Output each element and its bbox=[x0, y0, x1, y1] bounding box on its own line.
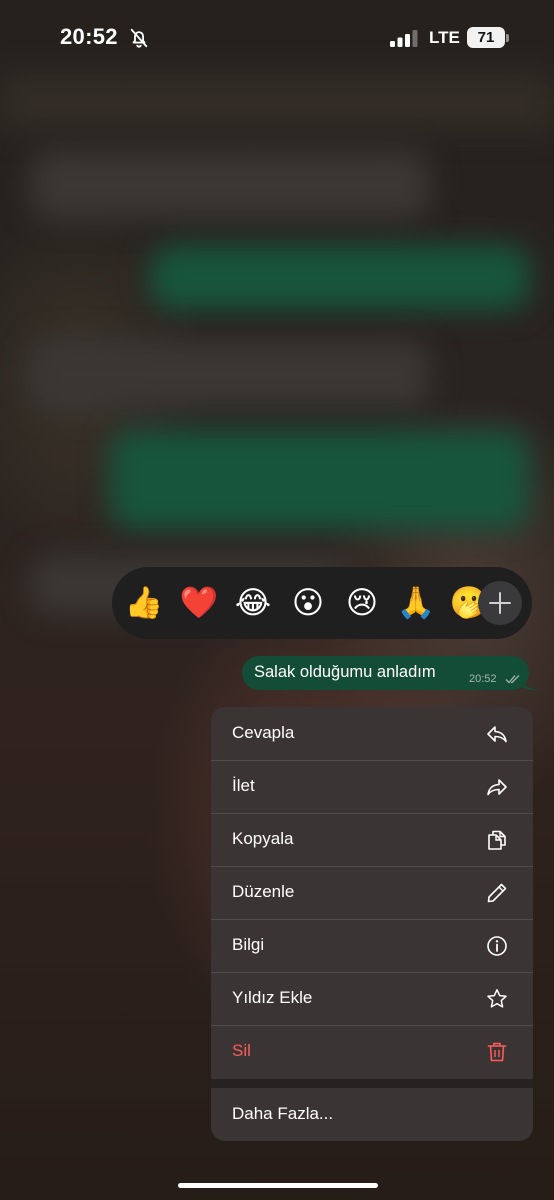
message-context-menu: Cevapla İlet Kopyala Düzenle Bilgi Yıldı… bbox=[211, 707, 533, 1141]
menu-item-label: Bilgi bbox=[232, 935, 265, 954]
menu-item-star[interactable]: Yıldız Ekle bbox=[211, 972, 533, 1025]
menu-item-label: Daha Fazla... bbox=[232, 1104, 334, 1123]
pencil-icon bbox=[487, 883, 507, 903]
double-check-icon bbox=[505, 675, 520, 684]
message-time: 20:52 bbox=[469, 673, 497, 685]
blurred-incoming-bubble bbox=[30, 340, 430, 410]
menu-item-label: Yıldız Ekle bbox=[232, 988, 313, 1007]
menu-item-more[interactable]: Daha Fazla... bbox=[211, 1088, 533, 1141]
copy-icon bbox=[488, 830, 506, 850]
menu-item-edit[interactable]: Düzenle bbox=[211, 866, 533, 919]
menu-item-forward[interactable]: İlet bbox=[211, 760, 533, 813]
menu-item-label: Cevapla bbox=[232, 723, 295, 742]
trash-icon bbox=[487, 1042, 507, 1062]
reaction-crying[interactable]: 😢 bbox=[340, 581, 384, 625]
bell-slash-icon bbox=[130, 28, 148, 48]
status-bar: 20:52 LTE 71 bbox=[0, 0, 554, 80]
menu-group-separator bbox=[211, 1079, 533, 1088]
plus-icon[interactable] bbox=[478, 581, 522, 625]
menu-item-delete[interactable]: Sil bbox=[211, 1025, 533, 1078]
bubble-tail bbox=[518, 673, 540, 691]
reaction-laughing[interactable]: 😂 bbox=[231, 581, 275, 625]
menu-item-info[interactable]: Bilgi bbox=[211, 919, 533, 972]
blurred-outgoing-bubble bbox=[110, 430, 530, 530]
menu-item-label: Düzenle bbox=[232, 882, 295, 901]
message-text: Salak olduğumu anladım bbox=[254, 663, 436, 681]
reaction-heart[interactable]: ❤️ bbox=[177, 581, 221, 625]
menu-item-label: İlet bbox=[232, 776, 255, 795]
star-icon bbox=[487, 989, 507, 1008]
reply-icon bbox=[487, 726, 507, 743]
status-time: 20:52 bbox=[60, 24, 118, 49]
menu-item-label: Sil bbox=[232, 1041, 251, 1060]
reaction-thumbs-up[interactable]: 👍 bbox=[122, 581, 166, 625]
blurred-outgoing-bubble bbox=[150, 245, 530, 310]
signal-icon bbox=[390, 30, 418, 47]
menu-item-reply[interactable]: Cevapla bbox=[211, 707, 533, 760]
battery-nub bbox=[506, 34, 509, 42]
reaction-surprised[interactable]: 😮 bbox=[286, 581, 330, 625]
reaction-bar: 👍 ❤️ 😂 😮 😢 🙏 🫢 bbox=[112, 567, 532, 639]
forward-icon bbox=[487, 779, 507, 796]
home-indicator[interactable] bbox=[178, 1183, 378, 1188]
info-icon bbox=[487, 936, 507, 956]
blurred-incoming-bubble bbox=[30, 150, 430, 220]
menu-item-label: Kopyala bbox=[232, 829, 294, 848]
reaction-pray[interactable]: 🙏 bbox=[394, 581, 438, 625]
battery-level: 71 bbox=[467, 27, 505, 48]
menu-item-copy[interactable]: Kopyala bbox=[211, 813, 533, 866]
blurred-header bbox=[0, 72, 554, 132]
network-type: LTE bbox=[429, 28, 460, 47]
